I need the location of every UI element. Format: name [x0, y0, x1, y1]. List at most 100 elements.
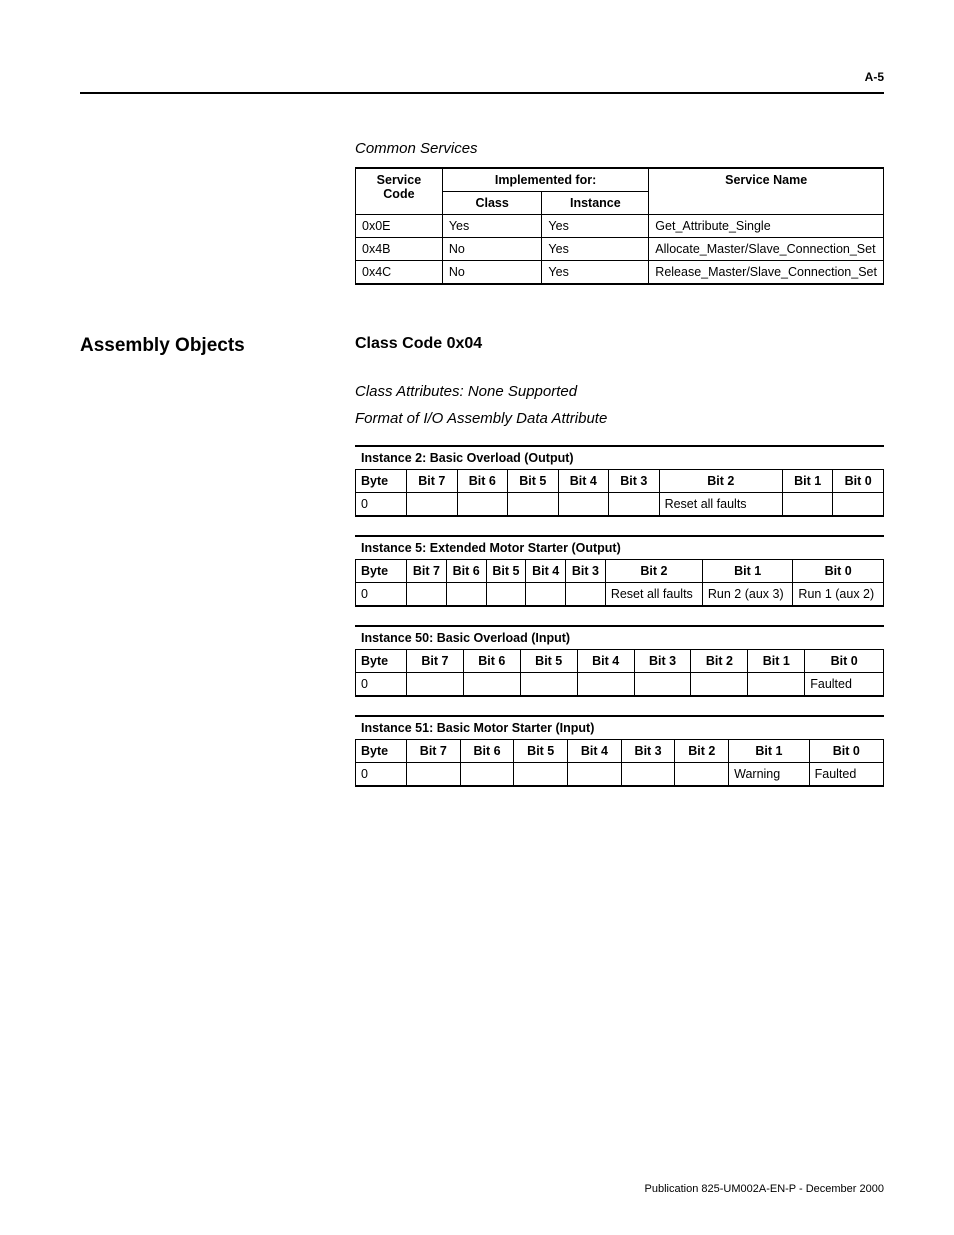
bit-header: Byte [356, 470, 407, 493]
bit-cell [577, 673, 634, 697]
bit-header: Bit 0 [809, 740, 883, 763]
bit-cell [621, 763, 675, 787]
bit-header: Bit 6 [457, 470, 508, 493]
th-implemented-for: Implemented for: [442, 168, 648, 192]
bit-cell [514, 763, 568, 787]
bit-cell: 0 [356, 673, 407, 697]
bit-cell [463, 673, 520, 697]
table-row: 0x4B No Yes Allocate_Master/Slave_Connec… [356, 238, 884, 261]
bit-table-caption: Instance 2: Basic Overload (Output) [355, 445, 884, 469]
bit-header: Bit 4 [526, 560, 566, 583]
cell: 0x4C [356, 261, 443, 285]
cell: Release_Master/Slave_Connection_Set [649, 261, 884, 285]
bit-header: Bit 6 [446, 560, 486, 583]
bit-cell: Reset all faults [605, 583, 702, 607]
table-row: 0x4C No Yes Release_Master/Slave_Connect… [356, 261, 884, 285]
bit-header: Bit 5 [514, 740, 568, 763]
cell: Yes [542, 261, 649, 285]
bit-header: Bit 1 [702, 560, 793, 583]
bit-header: Bit 3 [609, 470, 660, 493]
th-service-code: Service Code [356, 168, 443, 215]
assembly-objects-heading: Assembly Objects [80, 335, 355, 357]
bit-header: Bit 1 [782, 470, 833, 493]
cell: Yes [442, 215, 542, 238]
bit-header: Bit 2 [605, 560, 702, 583]
bit-header: Bit 6 [460, 740, 514, 763]
bit-header: Bit 0 [805, 650, 884, 673]
bit-cell [407, 583, 447, 607]
bit-header: Bit 3 [634, 650, 691, 673]
bit-cell [460, 763, 514, 787]
bit-table-caption: Instance 50: Basic Overload (Input) [355, 625, 884, 649]
bit-cell [407, 493, 458, 517]
bit-header: Bit 5 [508, 470, 559, 493]
bit-cell: Run 1 (aux 2) [793, 583, 884, 607]
bit-cell: Warning [729, 763, 809, 787]
bit-header: Bit 2 [659, 470, 782, 493]
class-attributes: Class Attributes: None Supported [355, 383, 884, 400]
bit-cell [609, 493, 660, 517]
bit-cell [526, 583, 566, 607]
bit-header: Bit 4 [558, 470, 609, 493]
bit-header: Byte [356, 650, 407, 673]
bit-cell: Reset all faults [659, 493, 782, 517]
bit-table-caption: Instance 5: Extended Motor Starter (Outp… [355, 535, 884, 559]
bit-cell [568, 763, 622, 787]
bit-header: Bit 7 [407, 470, 458, 493]
bit-header: Bit 5 [486, 560, 526, 583]
bit-header: Bit 6 [463, 650, 520, 673]
th-service-name: Service Name [649, 168, 884, 215]
table-row: 0x0E Yes Yes Get_Attribute_Single [356, 215, 884, 238]
bit-cell [675, 763, 729, 787]
bit-cell: 0 [356, 583, 407, 607]
cell: No [442, 261, 542, 285]
bit-header: Bit 1 [748, 650, 805, 673]
bit-cell [558, 493, 609, 517]
bit-header: Bit 7 [407, 650, 464, 673]
bit-cell [446, 583, 486, 607]
bit-cell [634, 673, 691, 697]
bit-table: ByteBit 7Bit 6Bit 5Bit 4Bit 3Bit 2Bit 1B… [355, 469, 884, 517]
bit-header: Bit 3 [566, 560, 606, 583]
bit-cell [833, 493, 884, 517]
bit-cell [748, 673, 805, 697]
cell: Get_Attribute_Single [649, 215, 884, 238]
bit-header: Bit 4 [568, 740, 622, 763]
bit-cell [782, 493, 833, 517]
bit-header: Bit 2 [691, 650, 748, 673]
page-number: A-5 [80, 70, 884, 84]
bit-header: Bit 0 [793, 560, 884, 583]
common-services-title: Common Services [355, 140, 884, 157]
top-rule [80, 92, 884, 94]
bit-cell [407, 673, 464, 697]
bit-cell [691, 673, 748, 697]
bit-table: ByteBit 7Bit 6Bit 5Bit 4Bit 3Bit 2Bit 1B… [355, 559, 884, 607]
bit-header: Bit 5 [520, 650, 577, 673]
cell: Allocate_Master/Slave_Connection_Set [649, 238, 884, 261]
bit-header: Bit 7 [407, 560, 447, 583]
bit-cell [508, 493, 559, 517]
common-services-table: Service Code Implemented for: Service Na… [355, 167, 884, 285]
cell: 0x4B [356, 238, 443, 261]
bit-table: ByteBit 7Bit 6Bit 5Bit 4Bit 3Bit 2Bit 1B… [355, 649, 884, 697]
footer-publication: Publication 825-UM002A-EN-P - December 2… [80, 1183, 884, 1195]
bit-table: ByteBit 7Bit 6Bit 5Bit 4Bit 3Bit 2Bit 1B… [355, 739, 884, 787]
cell: Yes [542, 238, 649, 261]
bit-header: Byte [356, 560, 407, 583]
bit-cell: Faulted [805, 673, 884, 697]
cell: 0x0E [356, 215, 443, 238]
bit-cell: Faulted [809, 763, 883, 787]
bit-header: Byte [356, 740, 407, 763]
bit-cell [520, 673, 577, 697]
bit-header: Bit 4 [577, 650, 634, 673]
th-instance: Instance [542, 192, 649, 215]
bit-table-caption: Instance 51: Basic Motor Starter (Input) [355, 715, 884, 739]
bit-header: Bit 2 [675, 740, 729, 763]
bit-cell [457, 493, 508, 517]
bit-cell: 0 [356, 763, 407, 787]
bit-header: Bit 1 [729, 740, 809, 763]
bit-cell [566, 583, 606, 607]
bit-cell: 0 [356, 493, 407, 517]
format-heading: Format of I/O Assembly Data Attribute [355, 410, 884, 427]
bit-cell [486, 583, 526, 607]
